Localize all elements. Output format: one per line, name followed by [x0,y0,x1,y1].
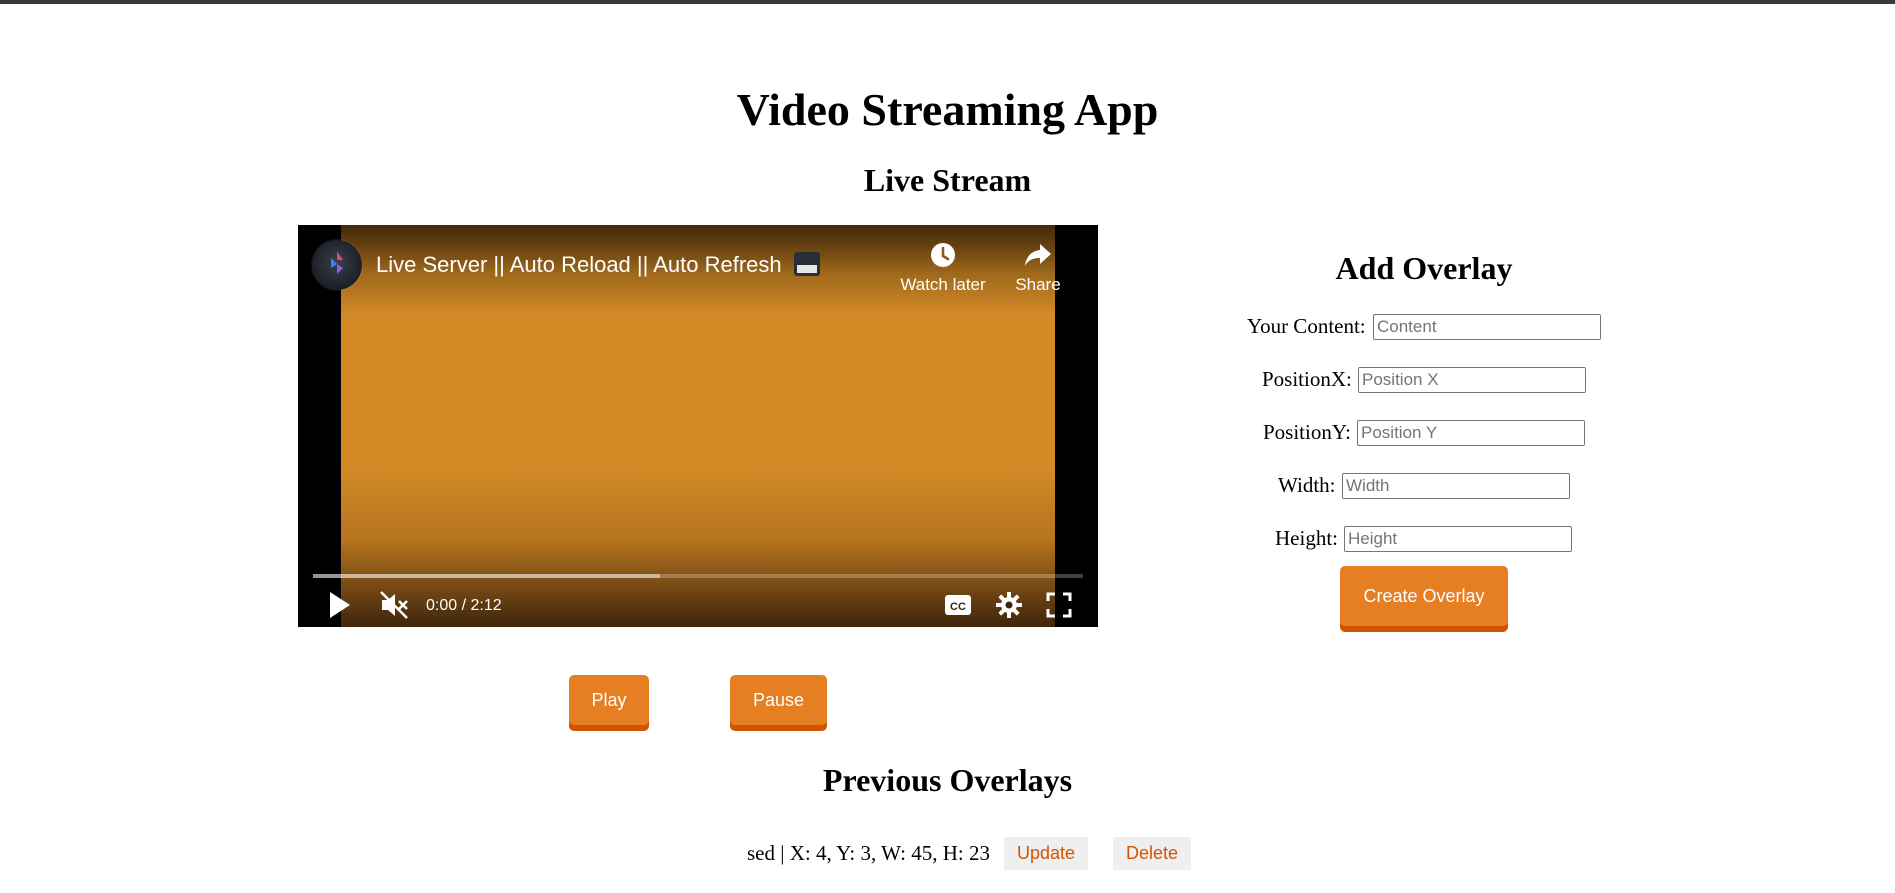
content-label: Your Content: [1247,314,1366,338]
time-display: 0:00 / 2:12 [426,597,502,614]
height-input[interactable] [1344,526,1572,552]
update-overlay-button[interactable]: Update [1004,837,1088,870]
pause-button[interactable]: Pause [730,675,827,725]
clock-icon [931,243,955,267]
window-top-border [0,0,1895,4]
progress-bar[interactable] [313,574,1083,578]
closed-captions-icon: CC [945,595,971,615]
channel-avatar[interactable] [312,240,362,290]
live-stream-heading: Live Stream [863,162,1032,198]
fullscreen-button[interactable] [1045,587,1073,625]
gear-icon [996,592,1022,618]
video-player[interactable]: Live Server || Auto Reload || Auto Refre… [298,225,1098,627]
previous-overlays-heading: Previous Overlays [822,762,1073,798]
captions-button[interactable]: CC [944,587,972,625]
svg-text:CC: CC [950,601,966,613]
width-input[interactable] [1342,473,1570,499]
height-label: Height: [1275,526,1338,550]
laptop-emoji-icon [793,252,820,276]
watch-later-button[interactable]: Watch later [895,241,991,295]
settings-button[interactable] [995,587,1023,625]
share-label: Share [1015,275,1061,294]
content-input[interactable] [1373,314,1601,340]
share-arrow-icon [1025,244,1051,266]
position-y-label: PositionY: [1263,420,1351,444]
mute-button[interactable] [378,587,410,626]
width-label: Width: [1278,473,1336,497]
create-overlay-button[interactable]: Create Overlay [1340,566,1508,626]
position-x-label: PositionX: [1262,367,1352,391]
position-x-input[interactable] [1358,367,1586,393]
volume-muted-icon [380,591,408,619]
position-y-input[interactable] [1357,420,1585,446]
play-button[interactable]: Play [569,675,649,725]
player-play-button[interactable] [328,587,354,625]
share-button[interactable]: Share [1003,241,1073,295]
app-title: Video Streaming App [736,84,1159,135]
play-icon [330,592,350,618]
add-overlay-heading: Add Overlay [1335,250,1513,286]
video-title[interactable]: Live Server || Auto Reload || Auto Refre… [376,251,820,279]
progress-buffered [313,574,660,578]
delete-overlay-button[interactable]: Delete [1113,837,1191,870]
fullscreen-icon [1046,592,1072,618]
watch-later-label: Watch later [900,275,986,294]
video-title-text: Live Server || Auto Reload || Auto Refre… [376,252,782,277]
overlay-item-text: sed | X: 4, Y: 3, W: 45, H: 23 [747,841,990,865]
channel-logo-icon [331,251,343,274]
